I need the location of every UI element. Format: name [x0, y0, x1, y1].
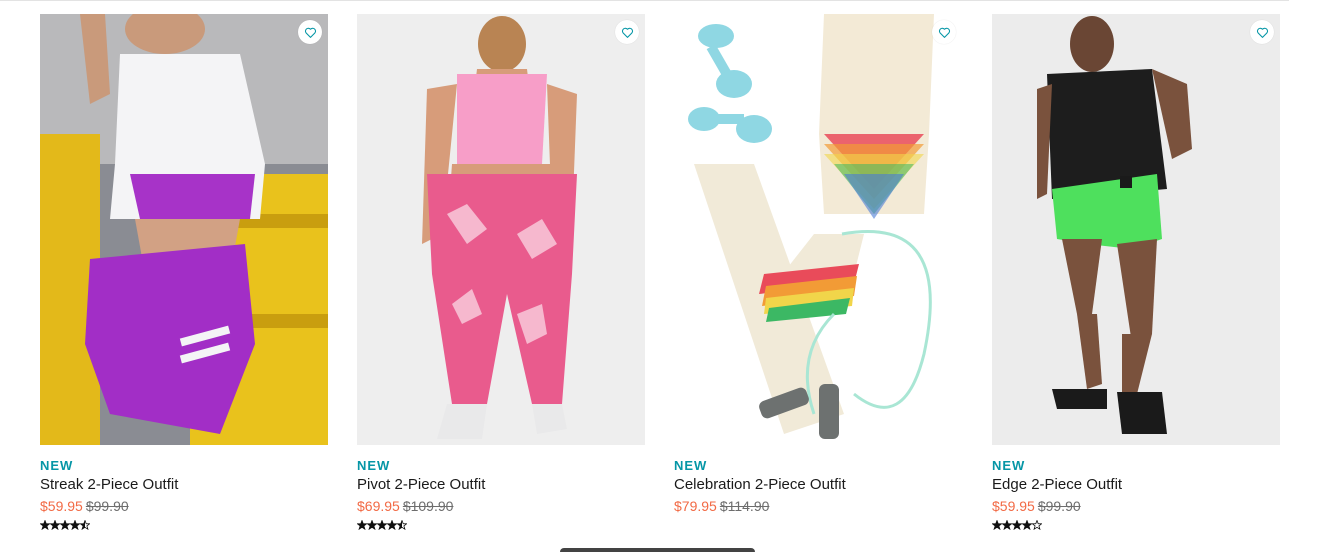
product-card[interactable]: NEW Celebration 2-Piece Outfit $79.95 $11… — [674, 14, 962, 530]
sale-price: $79.95 — [674, 498, 717, 514]
new-badge: NEW — [674, 458, 708, 473]
product-photo — [40, 14, 328, 445]
product-image[interactable] — [357, 14, 645, 445]
heart-outline-icon — [304, 27, 316, 38]
star-icon — [357, 520, 367, 530]
star-icon — [40, 520, 50, 530]
star-icon — [1012, 520, 1022, 530]
product-title[interactable]: Edge 2-Piece Outfit — [992, 476, 1280, 494]
star-icon — [50, 520, 60, 530]
star-icon — [80, 520, 90, 530]
wishlist-button[interactable] — [298, 20, 322, 44]
price-block: $59.95 $99.90 — [992, 497, 1280, 515]
price-block: $69.95 $109.90 — [357, 497, 645, 515]
new-badge: NEW — [992, 458, 1026, 473]
star-icon — [992, 520, 1002, 530]
price-block: $59.95 $99.90 — [40, 497, 328, 515]
product-photo — [992, 14, 1280, 445]
star-icon — [1002, 520, 1012, 530]
star-rating — [40, 520, 328, 530]
wishlist-button[interactable] — [932, 20, 956, 44]
original-price: $99.90 — [85, 498, 129, 514]
new-badge: NEW — [357, 458, 391, 473]
sale-price: $59.95 — [992, 498, 1035, 514]
sale-price: $69.95 — [357, 498, 400, 514]
star-rating — [992, 520, 1280, 530]
product-image[interactable] — [40, 14, 328, 445]
wishlist-button[interactable] — [615, 20, 639, 44]
product-title[interactable]: Pivot 2-Piece Outfit — [357, 476, 645, 494]
price-block: $79.95 $114.90 — [674, 497, 962, 515]
product-title[interactable]: Celebration 2-Piece Outfit — [674, 476, 962, 494]
scroll-indicator — [560, 548, 755, 552]
heart-outline-icon — [621, 27, 633, 38]
original-price: $114.90 — [719, 498, 770, 514]
product-image[interactable] — [992, 14, 1280, 445]
product-photo — [357, 14, 645, 445]
original-price: $99.90 — [1037, 498, 1081, 514]
product-image[interactable] — [674, 14, 962, 445]
star-icon — [1022, 520, 1032, 530]
divider — [0, 0, 1289, 1]
star-icon — [387, 520, 397, 530]
sale-price: $59.95 — [40, 498, 83, 514]
star-icon — [60, 520, 70, 530]
wishlist-button[interactable] — [1250, 20, 1274, 44]
product-grid-page: NEW Streak 2-Piece Outfit $59.95$99.90 — [0, 0, 1319, 552]
star-rating — [674, 520, 962, 530]
star-icon — [1032, 520, 1042, 530]
product-card[interactable]: NEW Streak 2-Piece Outfit $59.95 $99.90 — [40, 14, 328, 530]
star-icon — [397, 520, 407, 530]
new-badge: NEW — [40, 458, 74, 473]
product-title[interactable]: Streak 2-Piece Outfit — [40, 476, 328, 494]
star-icon — [377, 520, 387, 530]
original-price: $109.90 — [402, 498, 454, 514]
star-icon — [367, 520, 377, 530]
product-photo — [674, 14, 962, 445]
product-card[interactable]: NEW Pivot 2-Piece Outfit $69.95 $109.90 — [357, 14, 645, 530]
star-icon — [70, 520, 80, 530]
product-card[interactable]: NEW Edge 2-Piece Outfit $59.95 $99.90 — [992, 14, 1280, 530]
heart-outline-icon — [1256, 27, 1268, 38]
heart-outline-icon — [938, 27, 950, 38]
star-rating — [357, 520, 645, 530]
